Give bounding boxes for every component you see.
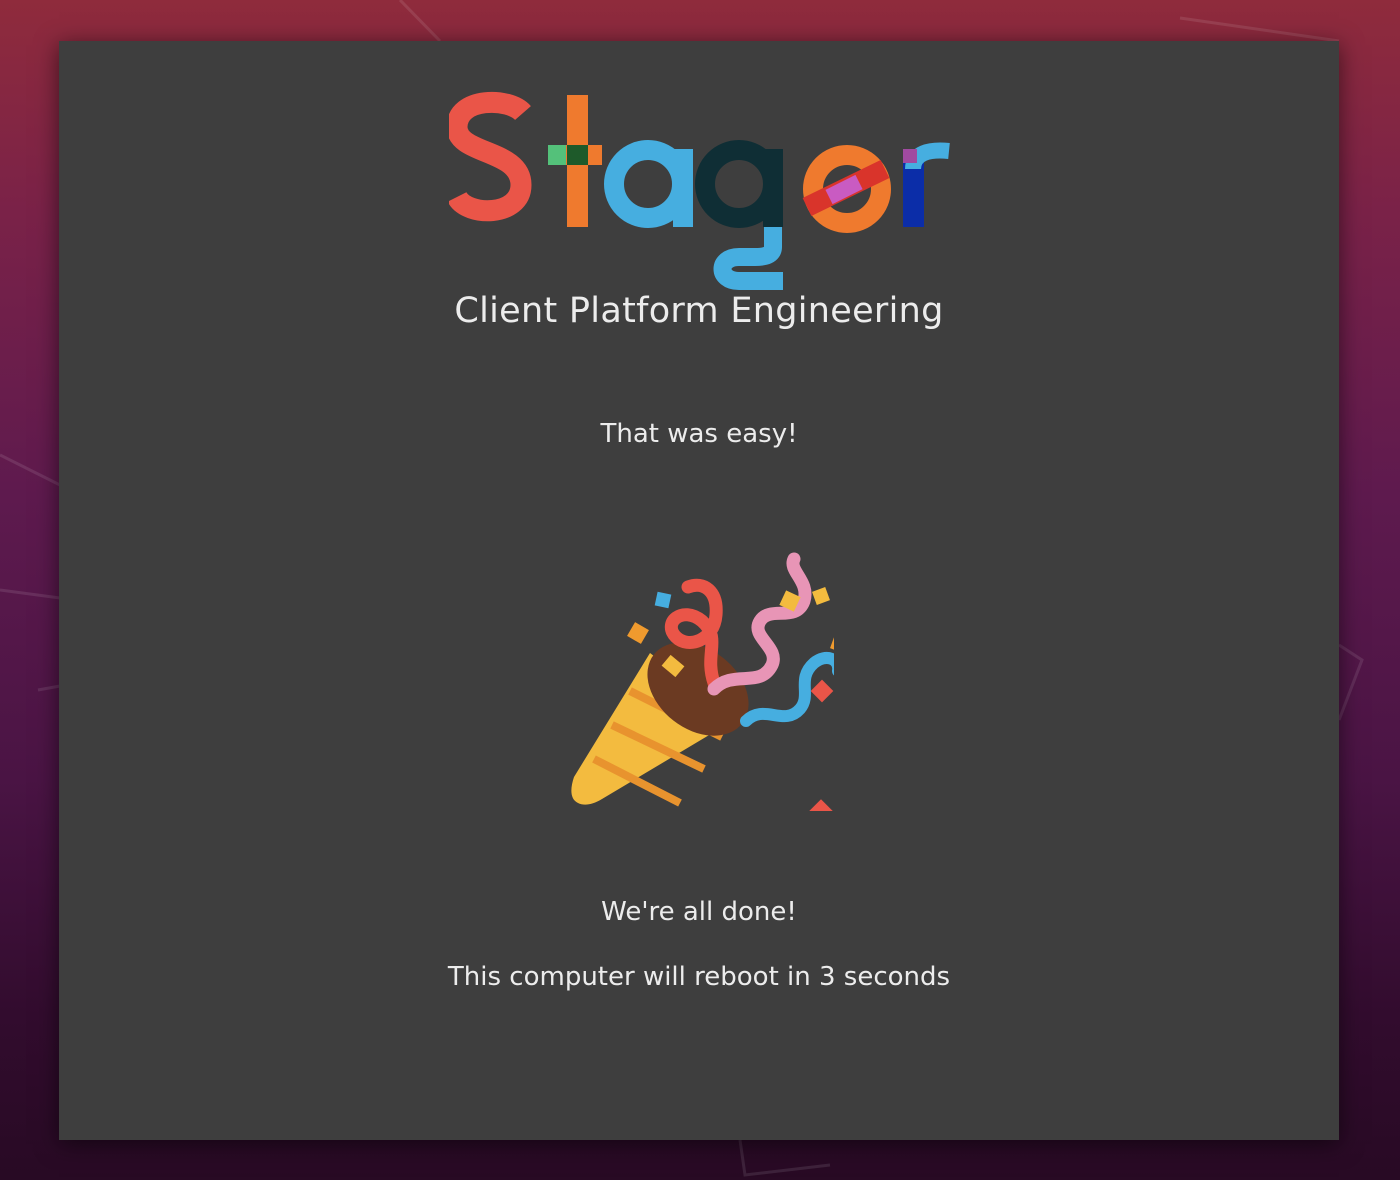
subtitle: Client Platform Engineering — [454, 291, 944, 331]
setup-complete-window: Client Platform Engineering That was eas… — [59, 41, 1339, 1140]
party-popper-icon — [571, 552, 834, 811]
reboot-countdown: This computer will reboot in 3 seconds — [447, 962, 951, 992]
stager-logo — [449, 91, 950, 290]
success-message: That was easy! — [600, 419, 798, 449]
completion-message: We're all done! — [601, 897, 797, 927]
